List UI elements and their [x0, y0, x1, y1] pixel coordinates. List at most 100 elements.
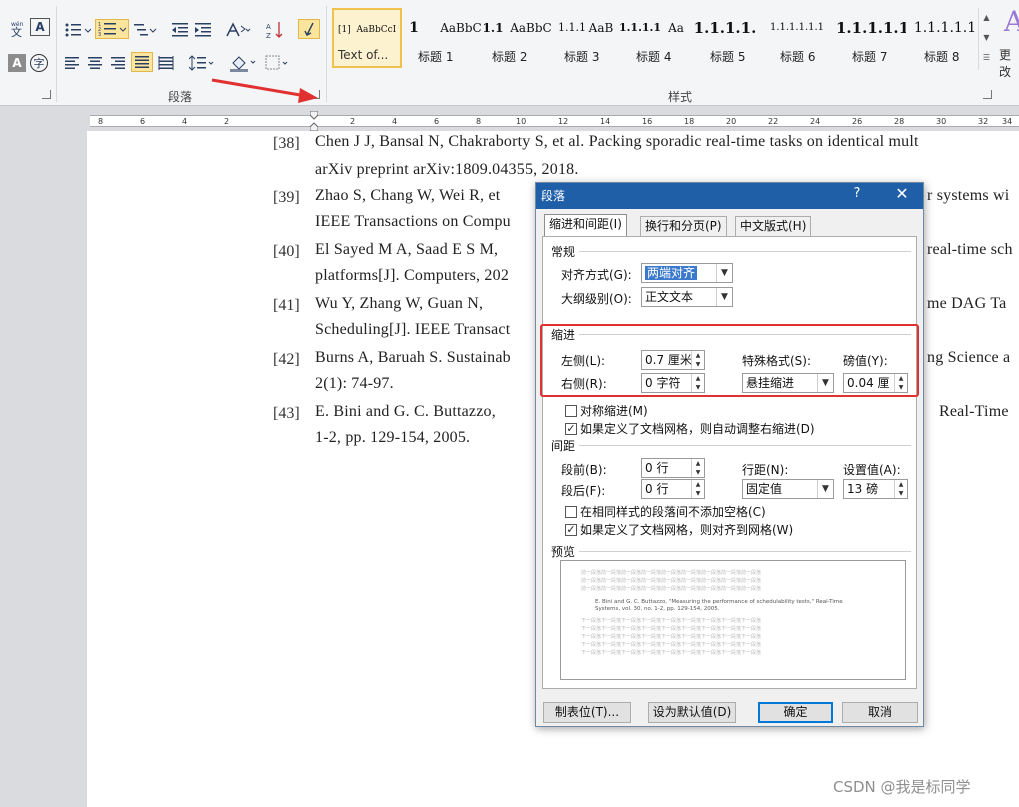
style-name: 标题 2	[492, 50, 528, 64]
set-default-button[interactable]: 设为默认值(D)	[648, 702, 736, 723]
phonetic-guide-button[interactable]: wén 文	[8, 18, 26, 38]
chevron-down-icon[interactable]: ▼	[716, 288, 732, 306]
align-left-button[interactable]	[62, 53, 82, 73]
reference-line: platforms[J]. Computers, 202	[315, 267, 510, 284]
space-after-input[interactable]: 0 行 ▲ ▼	[641, 479, 705, 499]
align-center-button[interactable]	[85, 53, 105, 73]
borders-button[interactable]	[264, 53, 292, 73]
svg-text:Z: Z	[266, 32, 271, 39]
gallery-scrollbar[interactable]: ▲ ▼ ☰	[978, 8, 994, 70]
style-name: 标题 3	[564, 50, 600, 64]
decrease-indent-button[interactable]	[170, 20, 190, 40]
ruler-label: 22	[768, 117, 779, 126]
chevron-down-icon[interactable]: ▼	[817, 480, 833, 498]
increase-indent-button[interactable]	[193, 20, 213, 40]
cancel-button[interactable]: 取消	[842, 702, 918, 723]
no-space-same-style-checkbox[interactable]: 在相同样式的段落间不添加空格(C)	[565, 503, 766, 520]
preview-sample-line: Systems, vol. 30, no. 1-2, pp. 129-154, …	[595, 606, 720, 612]
tab-asian-typography[interactable]: 中文版式(H)	[735, 216, 812, 236]
show-marks-button[interactable]	[298, 19, 320, 39]
indent-marker-icon[interactable]	[310, 111, 318, 131]
align-right-button[interactable]	[108, 53, 128, 73]
line-spacing-select[interactable]: 固定值 ▼	[742, 479, 834, 499]
outline-level-select[interactable]: 正文文本 ▼	[641, 287, 733, 307]
change-styles-label: 更改	[999, 48, 1012, 79]
style-name: 标题 5	[710, 50, 746, 64]
tab-indents-spacing[interactable]: 缩进和间距(I)	[544, 214, 627, 237]
auto-right-indent-checkbox[interactable]: ✓ 如果定义了文档网格，则自动调整右缩进(D)	[565, 420, 815, 437]
justify-button[interactable]	[131, 52, 153, 72]
spacing-section-title: 间距	[551, 439, 576, 453]
tabs-button[interactable]: 制表位(T)...	[543, 702, 631, 723]
checkbox-box[interactable]	[565, 404, 577, 417]
bullets-icon	[65, 23, 91, 37]
ruler-label: 24	[810, 117, 821, 126]
numbering-button[interactable]: 1 2 3	[95, 19, 129, 39]
style-name: Text of...	[338, 48, 389, 62]
spacing-at-input[interactable]: 13 磅 ▲ ▼	[843, 479, 908, 499]
horizontal-ruler[interactable]: 8 6 4 2 2 4 6 8 10 12 14 16 18 20 22 24 …	[0, 107, 1019, 131]
ruler-label: 6	[434, 117, 440, 126]
watermark: CSDN @我是标同学	[833, 778, 971, 796]
reference-line-tail: Real-Time	[939, 403, 1009, 420]
alignment-select[interactable]: 两端对齐 ▼	[641, 263, 733, 283]
alignment-value: 两端对齐	[645, 266, 698, 280]
distributed-button[interactable]	[156, 53, 176, 73]
spinner-arrows-icon[interactable]: ▲ ▼	[691, 480, 704, 498]
svg-text:文: 文	[11, 25, 22, 37]
style-name: 标题 4	[636, 50, 672, 64]
close-button[interactable]: ✕	[892, 184, 912, 203]
indent-highlight-box	[540, 324, 919, 397]
dialog-titlebar[interactable]: 段落 ? ✕	[536, 183, 923, 209]
enclose-chars-button[interactable]: 字	[30, 54, 48, 72]
ok-button[interactable]: 确定	[758, 702, 833, 723]
mirror-indents-checkbox[interactable]: 对称缩进(M)	[565, 402, 648, 419]
sort-button[interactable]: AZ	[265, 20, 285, 40]
align-left-icon	[65, 57, 79, 69]
chinese-layout-button[interactable]	[224, 20, 252, 40]
font-group-launcher[interactable]	[42, 90, 51, 99]
mirror-indents-label: 对称缩进(M)	[580, 404, 648, 418]
styles-group-label: 样式	[668, 90, 693, 104]
increase-indent-icon	[195, 23, 211, 37]
space-before-value: 0 行	[645, 461, 669, 475]
bullets-button[interactable]	[62, 20, 92, 40]
change-styles-icon[interactable]: A	[1004, 5, 1019, 38]
tab-line-page-breaks[interactable]: 换行和分页(P)	[640, 216, 727, 236]
multilevel-list-button[interactable]	[132, 20, 158, 40]
styles-group-launcher[interactable]	[983, 90, 992, 99]
help-button[interactable]: ?	[850, 186, 864, 201]
checkbox-box[interactable]	[565, 505, 577, 518]
spinner-arrows-icon[interactable]: ▲ ▼	[691, 459, 704, 477]
section-divider	[579, 445, 911, 446]
line-spacing-button[interactable]	[188, 53, 216, 73]
chevron-down-icon[interactable]: ▼	[716, 264, 732, 282]
checkmark-icon[interactable]: ✓	[565, 523, 577, 536]
gallery-more-icon[interactable]: ☰	[979, 48, 994, 68]
reference-number: [39]	[273, 189, 300, 206]
group-separator	[56, 6, 57, 102]
style-tile-normal[interactable]: [1] AaBbCcI Text of...	[332, 8, 402, 68]
char-border-button[interactable]: A	[30, 18, 50, 36]
shading-button[interactable]	[228, 53, 258, 73]
ruler-label: 30	[936, 117, 947, 126]
paragraph-mark-icon	[304, 22, 314, 36]
ruler-label: 4	[182, 117, 188, 126]
preview-next-line: 下一段落下一段落下一段落下一段落下一段落下一段落下一段落下一段落下一段落	[581, 634, 762, 640]
spacing-at-value: 13 磅	[847, 482, 879, 496]
justify-icon	[135, 56, 149, 68]
ruler-label: 2	[350, 117, 356, 126]
ruler-label: 26	[852, 117, 863, 126]
char-shading-button[interactable]: A	[8, 54, 26, 72]
preview-next-line: 下一段落下一段落下一段落下一段落下一段落下一段落下一段落下一段落下一段落	[581, 642, 762, 648]
spinner-arrows-icon[interactable]: ▲ ▼	[894, 480, 907, 498]
style-sample: AaB	[588, 21, 614, 35]
checkmark-icon[interactable]: ✓	[565, 422, 577, 435]
scroll-up-icon[interactable]: ▲	[979, 8, 994, 28]
multilevel-list-icon	[134, 24, 157, 36]
snap-to-grid-checkbox[interactable]: ✓ 如果定义了文档网格，则对齐到网格(W)	[565, 521, 793, 538]
line-spacing-icon	[189, 55, 214, 71]
scroll-down-icon[interactable]: ▼	[979, 28, 994, 48]
space-before-input[interactable]: 0 行 ▲ ▼	[641, 458, 705, 478]
reference-line: arXiv preprint arXiv:1809.04355, 2018.	[315, 161, 579, 178]
